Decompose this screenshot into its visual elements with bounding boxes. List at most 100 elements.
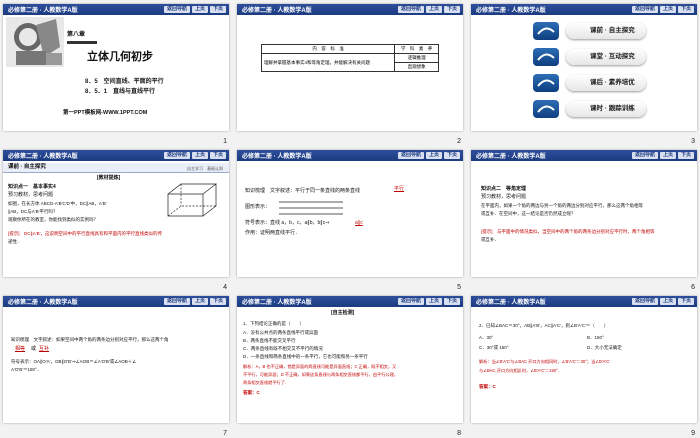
return-nav-button[interactable]: 返回导航 [631, 298, 658, 305]
prev-page-button[interactable]: 上页 [425, 152, 442, 159]
book-title: 必修第二册 · 人教数学A版 [8, 154, 78, 160]
next-page-button[interactable]: 下页 [443, 6, 460, 13]
book-title: 必修第二册 · 人教数学A版 [8, 8, 78, 14]
next-page-button[interactable]: 下页 [677, 152, 694, 159]
slide-1[interactable]: 必修第二册 · 人教数学A版 返回导航 上页 下页 第八章 立体几何初步 8．5… [3, 4, 229, 131]
prev-page-button[interactable]: 上页 [659, 298, 676, 305]
next-page-button[interactable]: 下页 [677, 298, 694, 305]
hint-line-2: 递性． [8, 239, 22, 244]
slide-header-bar: 必修第二册 · 人教数学A版 返回导航 上页 下页 [471, 296, 697, 307]
section-heading: 课前 · 自主探究 [8, 164, 46, 170]
slide-thumb-1[interactable]: 必修第二册 · 人教数学A版 返回导航 上页 下页 第八章 立体几何初步 8．5… [0, 0, 232, 146]
slide-thumb-7[interactable]: 必修第二册 · 人教数学A版 返回导航 上页 下页 知识梳理 文字叙述：如果空间… [0, 292, 232, 438]
return-nav-button[interactable]: 返回导航 [397, 152, 424, 159]
option-b: B．两条直线不能交叉平行 [243, 338, 296, 343]
symbol-statement: 符号表示：直线 a，b，c，a∥b，b∥c⇒ [245, 220, 330, 226]
sub-heading: [教材提炼] [97, 175, 121, 181]
table-cell-literacy-2: 直观想象 [394, 62, 439, 72]
slide-number: 3 [691, 138, 695, 145]
hint-line-1: [提示] 与平面中的情况类似，当空间中的两个角的两条边分别对应平行时，两个角相等 [481, 229, 655, 234]
book-title: 必修第二册 · 人教数学A版 [476, 154, 546, 160]
question-line-2: 或互补．在空间中，这一结论是否仍然成立呢？ [481, 211, 576, 216]
book-title: 必修第二册 · 人教数学A版 [8, 300, 78, 306]
return-nav-button[interactable]: 返回导航 [397, 298, 424, 305]
return-nav-button[interactable]: 返回导航 [163, 298, 190, 305]
solution-line-1: 解析：A，B 也不正确，错是异面的两直线可能是异面直线；C 正确，既不相交，又 [243, 364, 397, 369]
book-title: 必修第二册 · 人教数学A版 [242, 300, 312, 306]
prev-page-button[interactable]: 上页 [659, 152, 676, 159]
section-title: 8．5 空间直线、平面的平行 [85, 79, 164, 85]
prev-page-button[interactable]: 上页 [425, 6, 442, 13]
book-title: 必修第二册 · 人教数学A版 [242, 154, 312, 160]
option-a: A．没有公共点的两条直线平行或异面 [243, 330, 318, 335]
option-d: D．大小无法确定 [587, 345, 622, 350]
option-a: A．30° [479, 335, 494, 340]
slide-number: 4 [223, 284, 227, 291]
text-statement: 知识梳理 文字叙述：如果空间中两个角的两条边分别对应平行，那么这两个角 [11, 337, 169, 342]
prev-page-button[interactable]: 上页 [191, 298, 208, 305]
slide-9[interactable]: 必修第二册 · 人教数学A版 返回导航 上页 下页 2．已知∠BAC＝30°，A… [471, 296, 697, 423]
prev-page-button[interactable]: 上页 [659, 6, 676, 13]
slide-thumb-6[interactable]: 必修第二册 · 人教数学A版 返回导航 上页 下页 知识点二 等角定理 预习教材… [468, 146, 700, 292]
slide-thumb-5[interactable]: 必修第二册 · 人教数学A版 返回导航 上页 下页 知识梳理 文字叙述：平行于同… [234, 146, 466, 292]
solution-line-1: 解析：当∠B′A′C′与∠BAC 开口方向相同时，∠B′A′C′＝30°；当∠B… [479, 359, 611, 364]
slide-header-bar: 必修第二册 · 人教数学A版 返回导航 上页 下页 [237, 296, 463, 307]
question-line-2: ∥AB，DC与A′B′平行吗？ [8, 209, 58, 214]
table-cell-literacy-1: 逻辑推理 [394, 53, 439, 63]
return-nav-button[interactable]: 返回导航 [163, 152, 190, 159]
slide-4[interactable]: 必修第二册 · 人教数学A版 返回导航 上页 下页 课前 · 自主探究 自主学习… [3, 150, 229, 277]
slide-number: 7 [223, 430, 227, 437]
slide-6[interactable]: 必修第二册 · 人教数学A版 返回导航 上页 下页 知识点二 等角定理 预习教材… [471, 150, 697, 277]
next-page-button[interactable]: 下页 [443, 152, 460, 159]
next-page-button[interactable]: 下页 [209, 152, 226, 159]
return-nav-button[interactable]: 返回导航 [163, 6, 190, 13]
slide-5[interactable]: 必修第二册 · 人教数学A版 返回导航 上页 下页 知识梳理 文字叙述：平行于同… [237, 150, 463, 277]
slide-thumb-8[interactable]: 必修第二册 · 人教数学A版 返回导航 上页 下页 [自主检测] 1．下列结论正… [234, 292, 466, 438]
next-page-button[interactable]: 下页 [443, 298, 460, 305]
fill-answer-supplementary: 互补 [39, 346, 50, 352]
symbol-statement: 符号表示：OA∥O′A′，OB∥O′B′⇒∠AOB＝∠A′O′B′或∠AOB＋∠ [11, 359, 137, 364]
subsection-title: 8．5．1 直线与直线平行 [85, 89, 156, 95]
solution-line-2: 不平行，可能异面；D 不正确，如果这条直线与两条相交直线都平行，由平行公理， [243, 372, 398, 377]
slide-thumb-3[interactable]: 必修第二册 · 人教数学A版 返回导航 上页 下页 课前 · 自主探究 课堂 ·… [468, 0, 700, 146]
menu-item-training[interactable]: 课时 · 跟踪训练 [566, 101, 646, 117]
next-page-button[interactable]: 下页 [677, 6, 694, 13]
menu-icon-1 [533, 22, 559, 40]
figure-label: 图形表示： [245, 204, 271, 210]
prev-page-button[interactable]: 上页 [191, 6, 208, 13]
option-c: C．30°或 150° [479, 345, 509, 350]
slide-thumb-4[interactable]: 必修第二册 · 人教数学A版 返回导航 上页 下页 课前 · 自主探究 自主学习… [0, 146, 232, 292]
cuboid-figure [167, 183, 218, 217]
text-statement: 知识梳理 文字叙述：平行于同一条直线的两条直线 [245, 188, 361, 194]
slide-8[interactable]: 必修第二册 · 人教数学A版 返回导航 上页 下页 [自主检测] 1．下列结论正… [237, 296, 463, 423]
slide-thumb-2[interactable]: 必修第二册 · 人教数学A版 返回导航 上页 下页 内 容 标 准 学 科 素 … [234, 0, 466, 146]
question-line-3: 观察你所在的教室，你能找到类似的实例吗？ [8, 217, 98, 222]
slide-3[interactable]: 必修第二册 · 人教数学A版 返回导航 上页 下页 课前 · 自主探究 课堂 ·… [471, 4, 697, 131]
next-page-button[interactable]: 下页 [209, 6, 226, 13]
slide-thumb-9[interactable]: 必修第二册 · 人教数学A版 返回导航 上页 下页 2．已知∠BAC＝30°，A… [468, 292, 700, 438]
prev-page-button[interactable]: 上页 [425, 298, 442, 305]
option-c: C．两条直线有既不相交又不平行的情况 [243, 346, 323, 351]
menu-item-in-class[interactable]: 课堂 · 互动探究 [566, 49, 646, 65]
slide-2[interactable]: 必修第二册 · 人教数学A版 返回导航 上页 下页 内 容 标 准 学 科 素 … [237, 4, 463, 131]
slide-header-bar: 必修第二册 · 人教数学A版 返回导航 上页 下页 [3, 4, 229, 15]
knowledge-point: 知识点二 等角定理 [481, 186, 527, 192]
menu-item-after-class[interactable]: 课后 · 素养培优 [566, 75, 646, 91]
table-header-content: 内 容 标 准 [260, 44, 396, 54]
slide-header-bar: 必修第二册 · 人教数学A版 返回导航 上页 下页 [3, 150, 229, 161]
menu-item-pre-class[interactable]: 课前 · 自主探究 [566, 23, 646, 39]
book-title: 必修第二册 · 人教数学A版 [242, 8, 312, 14]
return-nav-button[interactable]: 返回导航 [397, 6, 424, 13]
preview-prompt: 预习教材，思考问题 [8, 192, 54, 198]
slide-7[interactable]: 必修第二册 · 人教数学A版 返回导航 上页 下页 知识梳理 文字叙述：如果空间… [3, 296, 229, 423]
slide-number: 1 [223, 138, 227, 145]
next-page-button[interactable]: 下页 [209, 298, 226, 305]
return-nav-button[interactable]: 返回导航 [631, 6, 658, 13]
menu-icon-3 [533, 74, 559, 92]
prev-page-button[interactable]: 上页 [191, 152, 208, 159]
return-nav-button[interactable]: 返回导航 [631, 152, 658, 159]
table-cell-content: 理解并掌握基本事实4和等角定理，并能解决有关问题 [260, 53, 396, 72]
question-text: 2．已知∠BAC＝30°，AB∥A′B′，AC∥A′C′，则∠B′A′C′＝（ … [479, 323, 609, 328]
fill-answer-symbol: a∥c [355, 220, 363, 226]
hint-line-1: [提示] DC∥A′B′，这说明空间中的平行直线具有和平面内的平行直线类似的传 [8, 231, 162, 236]
